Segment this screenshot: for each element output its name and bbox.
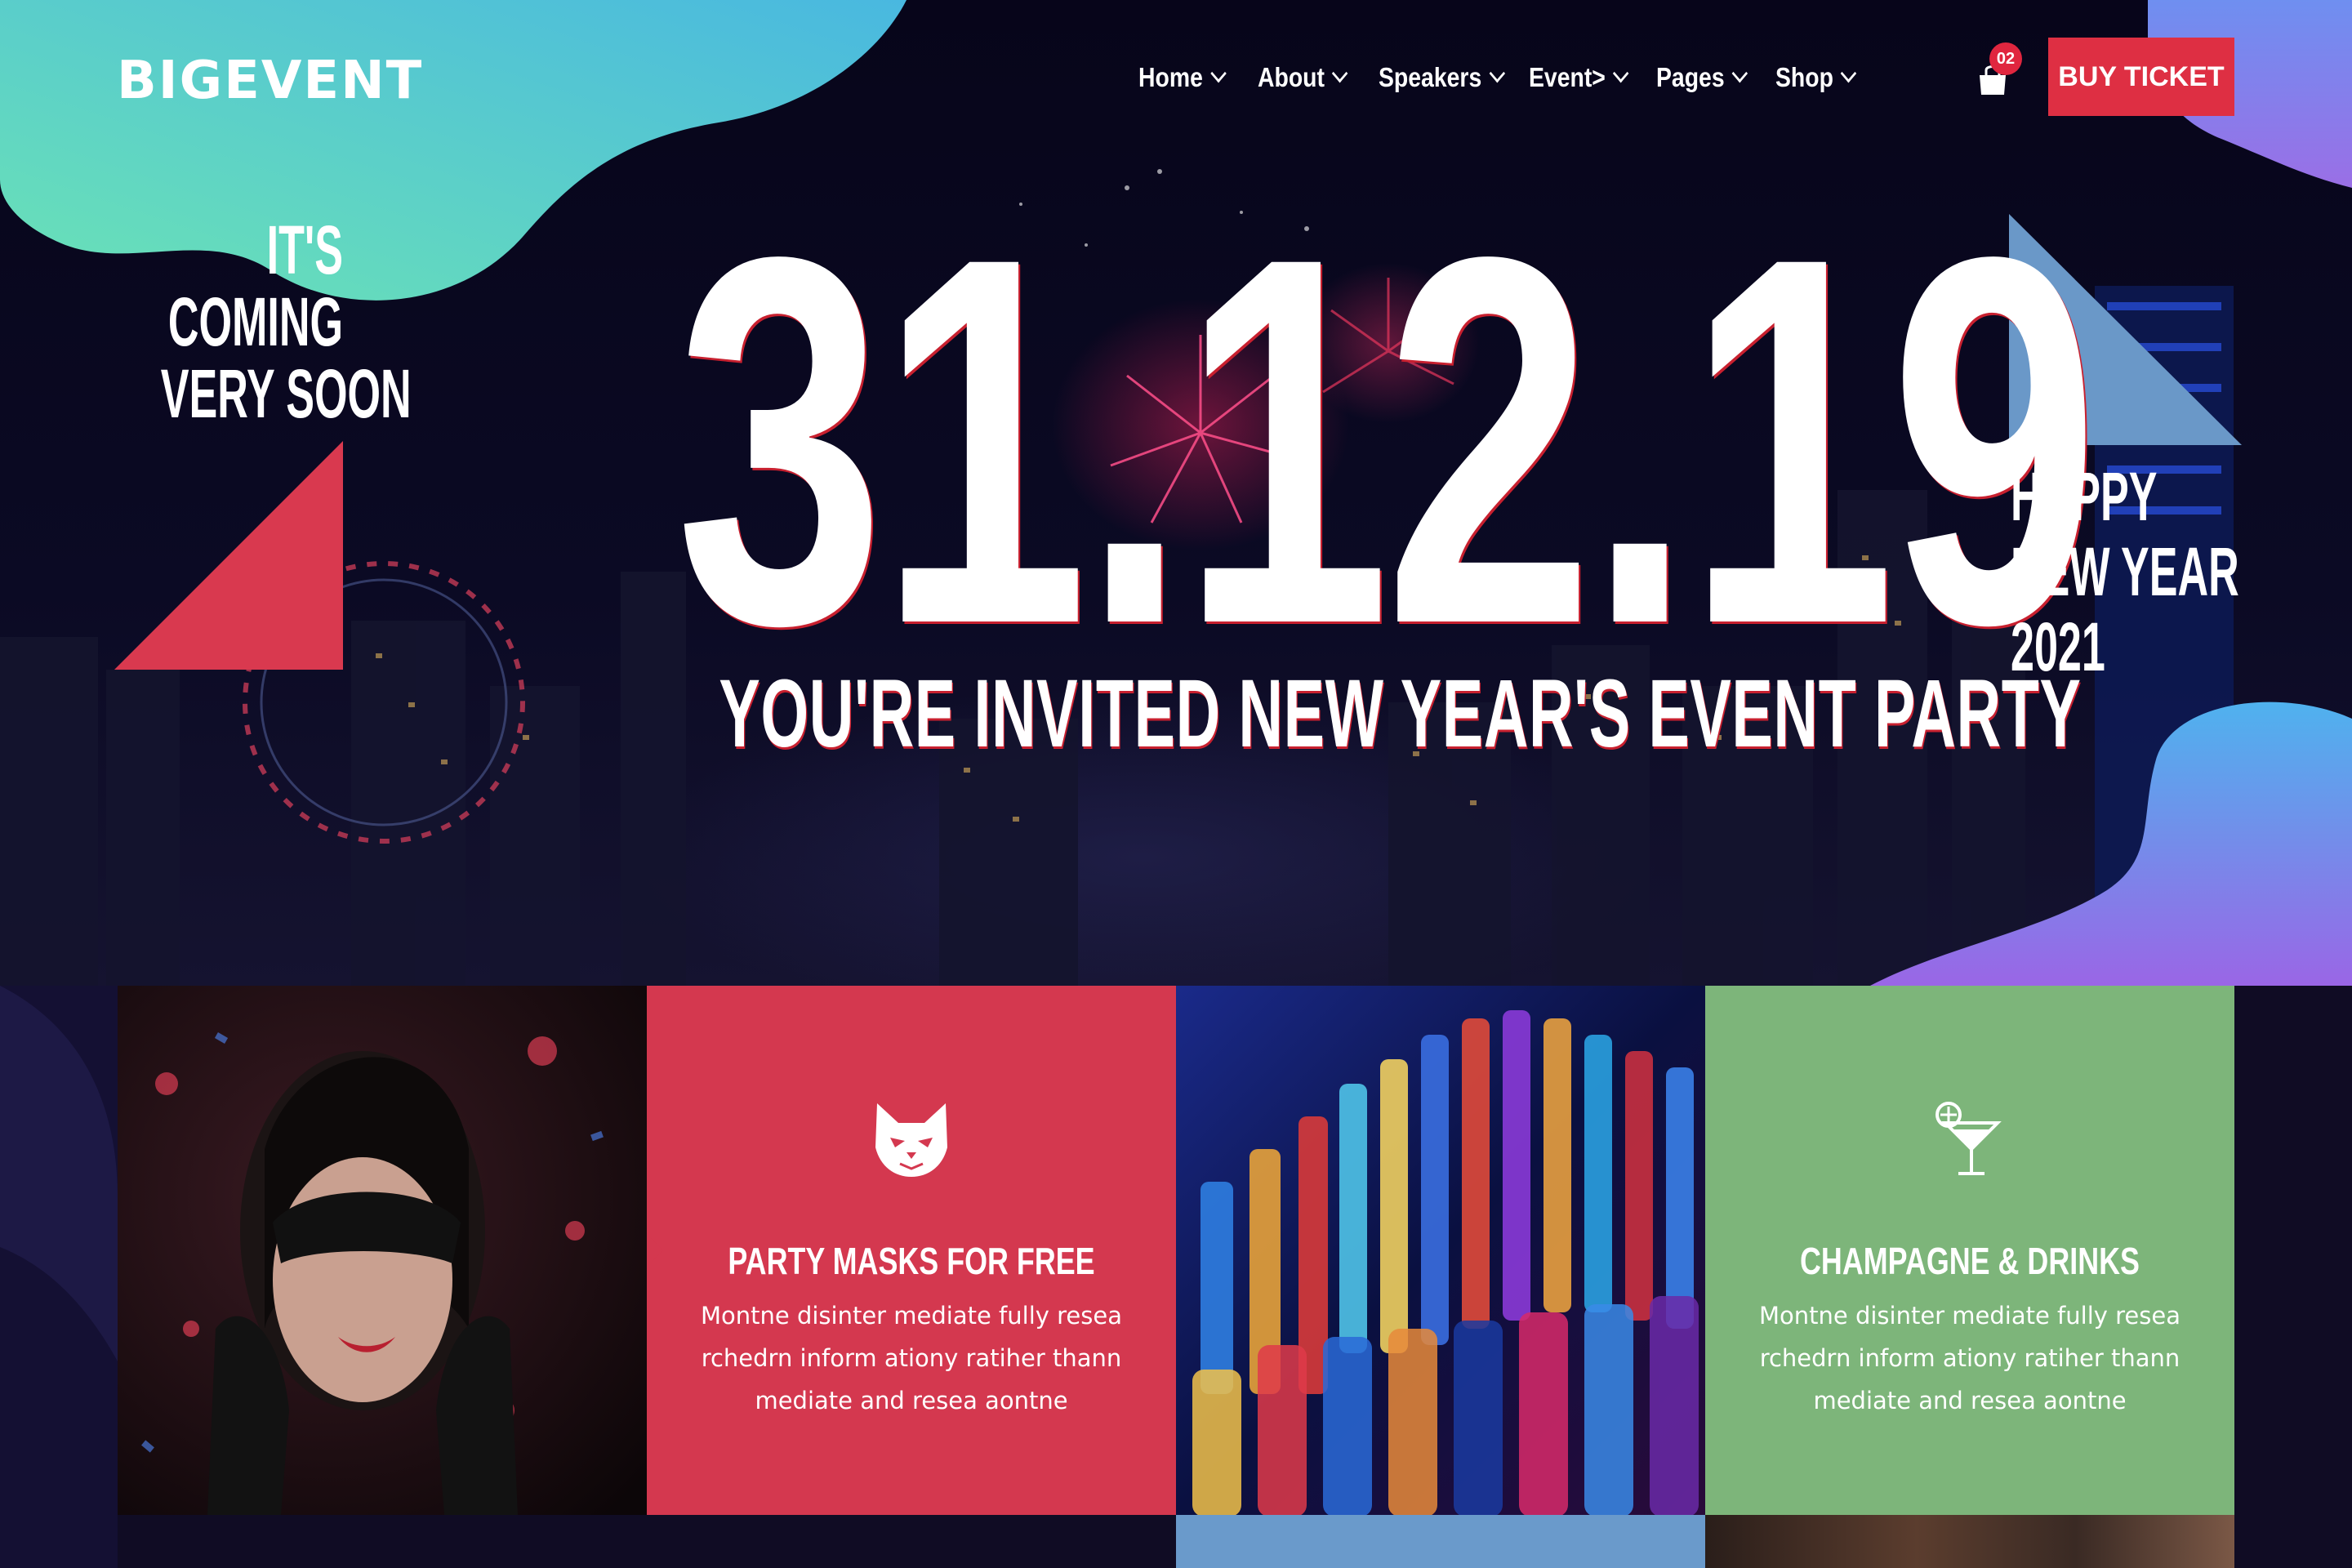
chevron-down-icon xyxy=(1332,64,1348,83)
hero-section: BIGEVENT Home About Speakers Event> Page… xyxy=(0,0,2352,986)
site-logo[interactable]: BIGEVENT xyxy=(117,51,423,111)
left-side-decor xyxy=(0,986,118,1568)
nav-about[interactable]: About xyxy=(1258,57,1360,98)
cart-count-badge: 02 xyxy=(1989,42,2022,75)
feature-description: Montne disinter mediate fully resea rche… xyxy=(700,1302,1122,1414)
event-date: 31.12.19 xyxy=(675,149,2099,733)
hero-tagline: YOU'RE INVITED NEW YEAR'S EVENT PARTY xyxy=(719,660,2082,768)
nav-shop[interactable]: Shop xyxy=(1775,57,1867,98)
feature-title: PARTY MASKS FOR FREE xyxy=(728,1240,1095,1282)
coming-line-2: COMING xyxy=(167,283,343,360)
nav-about-label: About xyxy=(1258,62,1325,92)
coming-soon-text: IT'S COMING VERY SOON xyxy=(160,212,412,432)
feature-card-party-masks: PARTY MASKS FOR FREE Montne disinter med… xyxy=(647,986,1176,1515)
bar-bottles-image xyxy=(1176,986,1705,1515)
coming-line-1: IT'S xyxy=(266,212,343,288)
card-pointer xyxy=(1705,1234,1722,1267)
chevron-down-icon xyxy=(1489,64,1505,83)
happy-line-1: HAPPY xyxy=(2011,458,2158,535)
nav-event-label: Event> xyxy=(1529,62,1606,92)
chevron-down-icon xyxy=(1613,64,1629,83)
bar-bottles-photo xyxy=(1176,986,1705,1515)
cocktail-icon xyxy=(1936,1102,2002,1175)
masked-woman-image xyxy=(118,986,647,1515)
nav-shop-label: Shop xyxy=(1775,62,1833,92)
features-section: PARTY MASKS FOR FREE Montne disinter med… xyxy=(0,986,2352,1568)
coming-line-3: VERY SOON xyxy=(160,355,412,432)
next-row-food-photo xyxy=(1705,1515,2234,1568)
feature-description: Montne disinter mediate fully resea rche… xyxy=(1758,1302,2180,1414)
card-pointer xyxy=(647,1234,663,1267)
nav-event[interactable]: Event> xyxy=(1529,57,1642,98)
chevron-down-icon xyxy=(1731,64,1748,83)
nav-pages-label: Pages xyxy=(1656,62,1725,92)
nav-pages[interactable]: Pages xyxy=(1656,57,1760,98)
nav-home-label: Home xyxy=(1138,62,1203,92)
chevron-down-icon xyxy=(1210,64,1227,83)
happy-line-2: NEW YEAR xyxy=(2011,533,2239,610)
nav-speakers[interactable]: Speakers xyxy=(1379,57,1523,98)
buy-ticket-button[interactable]: BUY TICKET xyxy=(2048,38,2234,116)
feature-card-champagne: CHAMPAGNE & DRINKS Montne disinter media… xyxy=(1705,986,2234,1515)
feature-title: CHAMPAGNE & DRINKS xyxy=(1800,1240,2140,1282)
chevron-down-icon xyxy=(1841,64,1857,83)
nav-speakers-label: Speakers xyxy=(1379,62,1482,92)
next-row-blue-tile xyxy=(1176,1515,1705,1568)
nav-home[interactable]: Home xyxy=(1138,57,1238,98)
happy-line-3: 2021 xyxy=(2011,608,2105,685)
red-triangle-decor xyxy=(114,441,343,670)
cat-mask-icon xyxy=(875,1103,947,1177)
party-mask-photo xyxy=(118,986,647,1515)
happy-new-year-text: HAPPY NEW YEAR 2021 xyxy=(2011,459,2239,684)
